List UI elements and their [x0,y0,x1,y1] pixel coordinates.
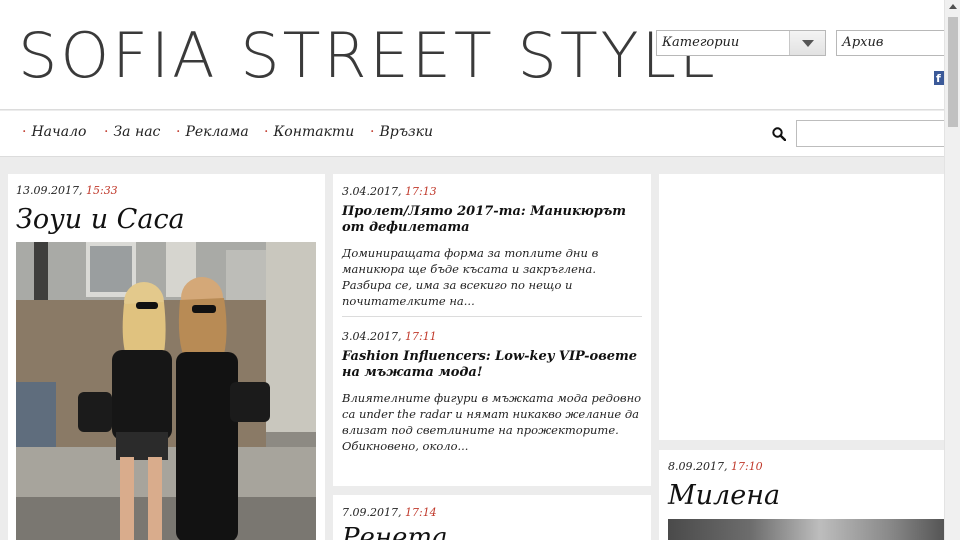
article-title[interactable]: Пролет/Лято 2017-та: Маникюрът от дефиле… [342,204,642,236]
archive-select[interactable]: Архив [836,30,944,56]
chevron-down-icon[interactable] [789,31,825,55]
categories-select-label: Категории [662,35,740,50]
vertical-scrollbar[interactable] [944,0,960,540]
archive-select-label: Архив [842,35,884,50]
nav-item-label: За нас [113,124,161,140]
post-time: 15:33 [85,184,118,197]
nav-item-label: Реклама [185,124,249,140]
categories-select[interactable]: Категории [656,30,826,56]
post-card-zoui-sasa[interactable]: 13.09.2017, 15:33 Зоуи и Саса [8,174,325,540]
post-date-text: 7.09.2017, [342,506,405,519]
search-input[interactable] [796,120,944,147]
search-icon[interactable] [772,127,786,141]
post-card-milena[interactable]: 8.09.2017, 17:10 Милена [659,450,944,540]
nav-item-about[interactable]: · За нас [104,124,160,140]
article-time: 17:13 [404,185,437,198]
nav-item-label: Начало [31,124,87,140]
post-date-text: 8.09.2017, [668,460,731,473]
article-divider [342,316,642,317]
nav-item-label: Връзки [379,124,434,140]
post-time: 17:10 [730,460,763,473]
article-title[interactable]: Fashion Influencers: Low-key VIP-овете н… [342,349,642,381]
ad-placeholder [659,174,944,440]
post-title[interactable]: Милена [668,480,780,511]
article-time: 17:11 [404,330,437,343]
nav-item-home[interactable]: · Начало [22,124,86,140]
post-title[interactable]: Ренета [342,523,448,540]
post-time: 17:14 [404,506,437,519]
scroll-up-arrow-icon[interactable] [949,4,957,9]
post-photo[interactable] [668,519,944,540]
facebook-icon[interactable]: f [934,71,944,85]
article-excerpt: Влиятелните фигури в мъжката мода редовн… [342,391,642,453]
site-header: SOFIA STREET STYLE Категории Архив f [0,0,944,110]
post-date: 8.09.2017, 17:10 [668,460,763,473]
post-title[interactable]: Зоуи и Саса [16,204,185,235]
site-title[interactable]: SOFIA STREET STYLE [18,20,721,92]
article-date: 3.04.2017, 17:11 [342,330,642,343]
article-date-text: 3.04.2017, [342,185,405,198]
nav-item-links[interactable]: · Връзки [370,124,433,140]
nav-item-ads[interactable]: · Реклама [176,124,249,140]
post-date-text: 13.09.2017, [16,184,86,197]
article-manicure[interactable]: 3.04.2017, 17:13 Пролет/Лято 2017-та: Ма… [342,185,642,309]
article-date: 3.04.2017, 17:13 [342,185,642,198]
articles-card: 3.04.2017, 17:13 Пролет/Лято 2017-та: Ма… [333,174,651,486]
post-card-reneta[interactable]: 7.09.2017, 17:14 Ренета [333,495,651,540]
scrollbar-thumb[interactable] [948,17,958,127]
article-date-text: 3.04.2017, [342,330,405,343]
nav-item-label: Контакти [273,124,355,140]
article-fashion-influencers[interactable]: 3.04.2017, 17:11 Fashion Influencers: Lo… [342,330,642,454]
article-excerpt: Доминиращата форма за топлите дни в мани… [342,246,599,308]
nav-item-contacts[interactable]: · Контакти [264,124,354,140]
post-date: 13.09.2017, 15:33 [16,184,118,197]
post-date: 7.09.2017, 17:14 [342,506,437,519]
main-nav: · Начало · За нас · Реклама · Контакти · Връз… [0,111,944,157]
post-photo[interactable] [16,242,316,540]
